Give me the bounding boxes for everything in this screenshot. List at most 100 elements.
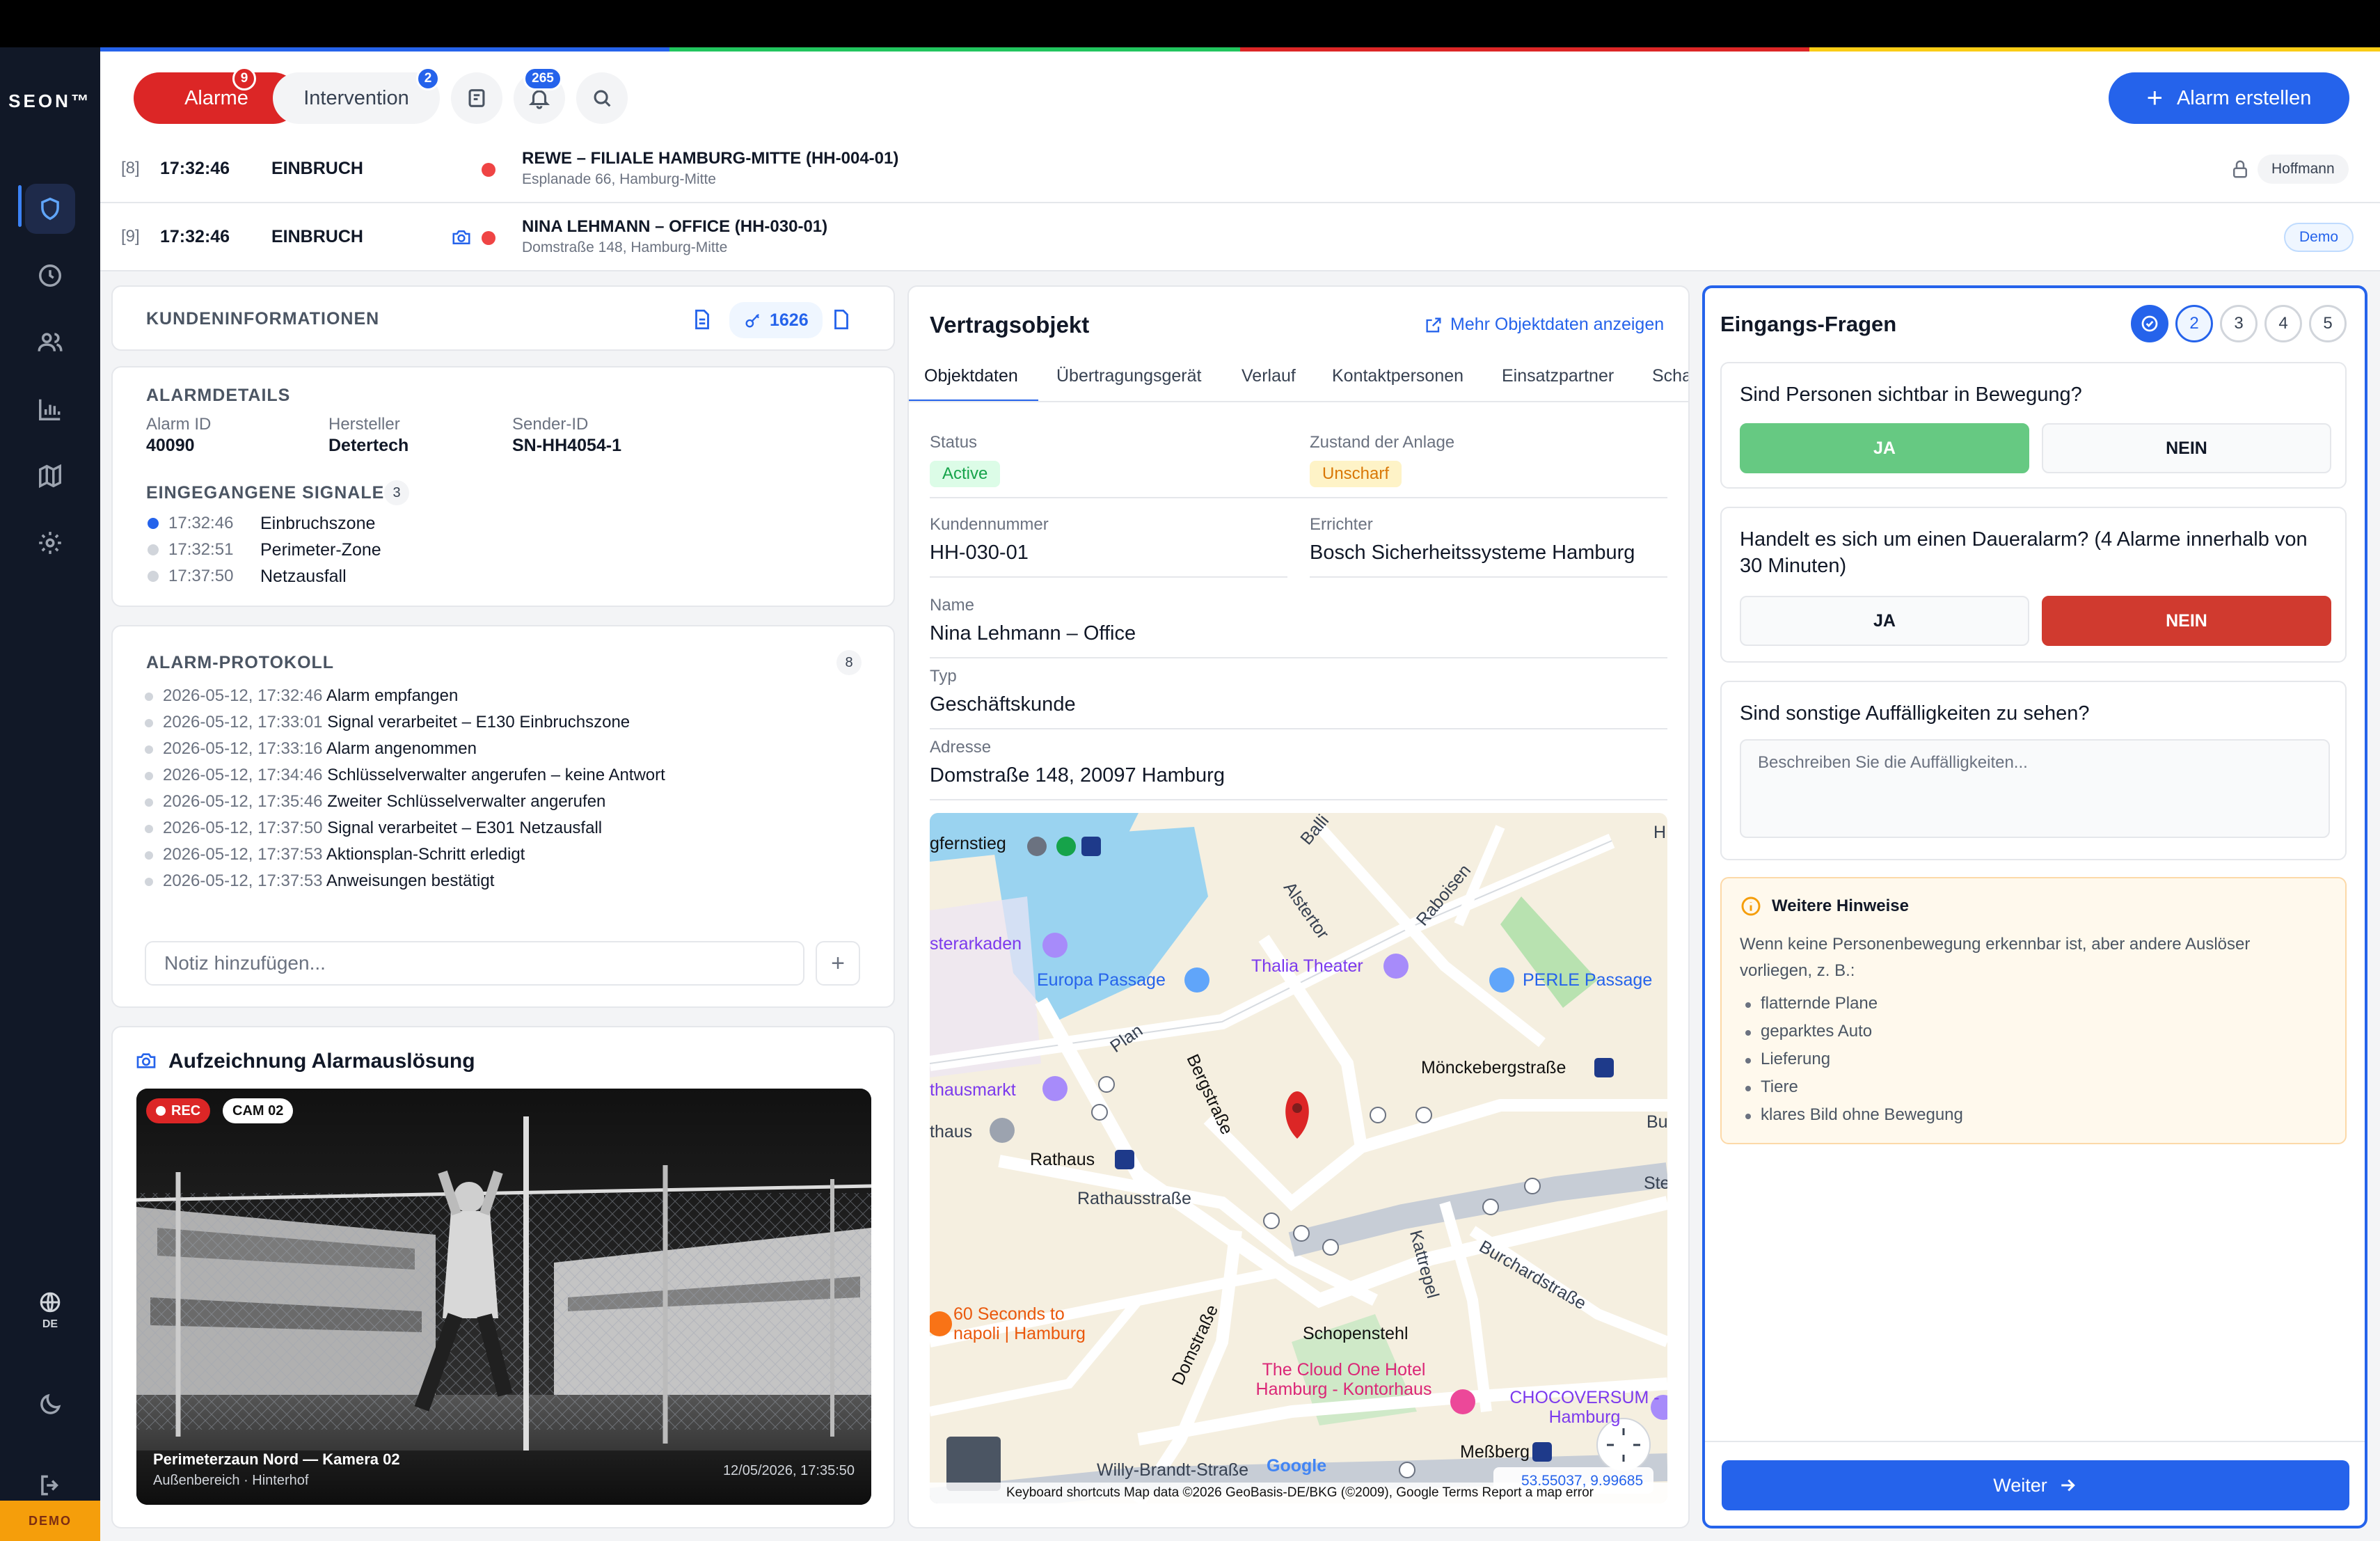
search-button[interactable] xyxy=(576,72,628,124)
log-entry: 2026-05-12, 17:34:46 Schlüsselverwalter … xyxy=(145,766,665,785)
status-badge: Active xyxy=(930,461,1001,487)
rec-label: REC xyxy=(171,1103,201,1119)
log-entry: 2026-05-12, 17:33:16 Alarm angenommen xyxy=(145,739,477,759)
tab-kontaktpersonen[interactable]: Kontaktpersonen xyxy=(1332,366,1463,386)
alarm-status-dot xyxy=(482,231,495,245)
camera-video[interactable]: REC CAM 02 Perimeterzaun Nord — Kamera 0… xyxy=(136,1089,871,1505)
hint-item: geparktes Auto xyxy=(1745,1022,1873,1041)
rec-badge: REC xyxy=(146,1098,211,1123)
question-1-text: Sind Personen sichtbar in Bewegung? xyxy=(1740,384,2082,406)
tab-uebertragungsgeraet[interactable]: Übertragungsgerät xyxy=(1056,366,1201,386)
alarm-log-count: 8 xyxy=(836,650,862,675)
sidebar-item-settings[interactable] xyxy=(25,518,75,568)
system-state-badge: Unscharf xyxy=(1310,461,1402,487)
theme-toggle[interactable] xyxy=(25,1380,75,1430)
log-entry: 2026-05-12, 17:37:50 Signal verarbeitet … xyxy=(145,819,602,838)
sidebar-active-indicator xyxy=(18,185,22,227)
sidebar-item-alarms[interactable] xyxy=(25,184,75,234)
question-2-yes-button[interactable]: JA xyxy=(1740,596,2029,646)
create-alarm-button[interactable]: + Alarm erstellen xyxy=(2109,72,2349,124)
tab-einsatzpartner[interactable]: Einsatzpartner xyxy=(1502,366,1614,386)
signal-time: 17:37:50 xyxy=(168,567,234,585)
file-icon[interactable] xyxy=(830,308,853,331)
alarm-type: EINBRUCH xyxy=(271,227,363,246)
add-note-button[interactable]: + xyxy=(816,941,860,986)
logo: SEON™ xyxy=(8,90,92,111)
questions-title: Eingangs-Fragen xyxy=(1720,312,1897,336)
alarm-details-card: ALARMDETAILS Alarm ID 40090 Hersteller D… xyxy=(111,366,895,607)
question-3-textarea[interactable]: Beschreiben Sie die Auffälligkeiten... xyxy=(1740,739,2330,838)
alarm-row[interactable]: [9] 17:32:46 EINBRUCH NINA LEHMANN – OFF… xyxy=(100,203,2380,271)
key-icon xyxy=(745,314,759,328)
map-label: thaus xyxy=(930,1122,973,1141)
question-2-no-button[interactable]: NEIN xyxy=(2042,596,2331,646)
map-label: Rathausstraße xyxy=(1077,1189,1191,1208)
sidebar-item-customers[interactable] xyxy=(25,317,75,368)
map-label: Ste xyxy=(1644,1173,1667,1193)
camera-location: Außenbereich · Hinterhof xyxy=(153,1473,309,1488)
installer-value: Bosch Sicherheitssysteme Hamburg xyxy=(1310,542,1635,564)
map-attribution: Keyboard shortcuts Map data ©2026 GeoBas… xyxy=(1006,1485,1594,1500)
alarm-id-label: Alarm ID xyxy=(146,415,212,434)
name-value: Nina Lehmann – Office xyxy=(930,622,1136,645)
signal-name: Perimeter-Zone xyxy=(260,540,381,560)
step-3[interactable]: 3 xyxy=(2220,305,2258,342)
divider xyxy=(930,497,1667,498)
map-label: Thalia Theater xyxy=(1251,956,1363,976)
status-label: Status xyxy=(930,433,978,452)
note-input[interactable]: Notiz hinzufügen... xyxy=(145,941,804,986)
active-tab-indicator xyxy=(909,400,1038,401)
document-icon[interactable] xyxy=(690,308,714,331)
map-label: CHOCOVERSUM - Hamburg xyxy=(1509,1388,1660,1427)
hints-text: Wenn keine Personenbewegung erkennbar is… xyxy=(1740,935,2251,980)
customer-info-card: KUNDENINFORMATIONEN 1626 xyxy=(111,285,895,351)
step-4[interactable]: 4 xyxy=(2264,305,2302,342)
sidebar-item-reports[interactable] xyxy=(25,384,75,434)
step-2-current[interactable]: 2 xyxy=(2175,305,2213,342)
step-5[interactable]: 5 xyxy=(2309,305,2347,342)
tab-intervention[interactable]: Intervention xyxy=(273,72,440,124)
alarm-object-address: Esplanade 66, Hamburg-Mitte xyxy=(522,171,716,187)
hints-title: Weitere Hinweise xyxy=(1772,896,1909,915)
signal-name: Einbruchszone xyxy=(260,514,376,533)
sidebar-item-map[interactable] xyxy=(25,451,75,501)
camera-scene xyxy=(136,1089,871,1505)
header: Alarme 9 Intervention 2 265 + Alarm erst… xyxy=(100,52,2380,145)
tab-objektdaten[interactable]: Objektdaten xyxy=(924,366,1018,386)
signal-dot-active xyxy=(148,518,159,529)
alarm-index: [8] xyxy=(121,159,140,177)
demo-chip: Demo xyxy=(2284,223,2354,252)
log-entry: 2026-05-12, 17:35:46 Zweiter Schlüsselve… xyxy=(145,792,605,812)
sidebar-item-history[interactable] xyxy=(25,251,75,301)
rec-dot xyxy=(156,1106,166,1116)
more-object-data-link[interactable]: Mehr Objektdaten anzeigen xyxy=(1424,315,1664,335)
notes-button[interactable] xyxy=(451,72,502,124)
object-map[interactable]: gfernstieg Balli H Alstertor Raboisen st… xyxy=(930,813,1667,1503)
map-label: Schopenstehl xyxy=(1303,1324,1409,1343)
panel-footer-divider xyxy=(1705,1441,2365,1442)
customer-number-label: Kundennummer xyxy=(930,515,1049,534)
manufacturer-value: Detertech xyxy=(328,436,409,455)
tab-more[interactable]: Scha xyxy=(1652,366,1688,386)
hint-item: klares Bild ohne Bewegung xyxy=(1745,1105,1963,1124)
map-label: thausmarkt xyxy=(930,1080,1016,1100)
alarm-time: 17:32:46 xyxy=(160,227,230,246)
window-topbar xyxy=(0,0,2380,47)
system-state-label: Zustand der Anlage xyxy=(1310,433,1455,452)
question-3: Sind sonstige Auffälligkeiten zu sehen? … xyxy=(1720,681,2347,860)
hint-item: Tiere xyxy=(1745,1077,1798,1096)
google-logo: Google xyxy=(1267,1456,1327,1476)
keys-count: 1626 xyxy=(770,310,809,330)
users-icon xyxy=(38,333,63,351)
question-1-yes-button[interactable]: JA xyxy=(1740,423,2029,473)
keys-chip[interactable]: 1626 xyxy=(729,302,823,338)
question-1-no-button[interactable]: NEIN xyxy=(2042,423,2331,473)
step-1-done[interactable] xyxy=(2131,305,2168,342)
tab-verlauf[interactable]: Verlauf xyxy=(1241,366,1296,386)
language-switch[interactable]: DE xyxy=(25,1290,75,1331)
alarm-row[interactable]: [8] 17:32:46 EINBRUCH REWE – FILIALE HAM… xyxy=(100,135,2380,203)
signal-dot xyxy=(148,544,159,555)
map-label: sterarkaden xyxy=(930,934,1022,954)
alarm-details-title: ALARMDETAILS xyxy=(146,386,291,405)
next-button[interactable]: Weiter xyxy=(1722,1460,2349,1510)
